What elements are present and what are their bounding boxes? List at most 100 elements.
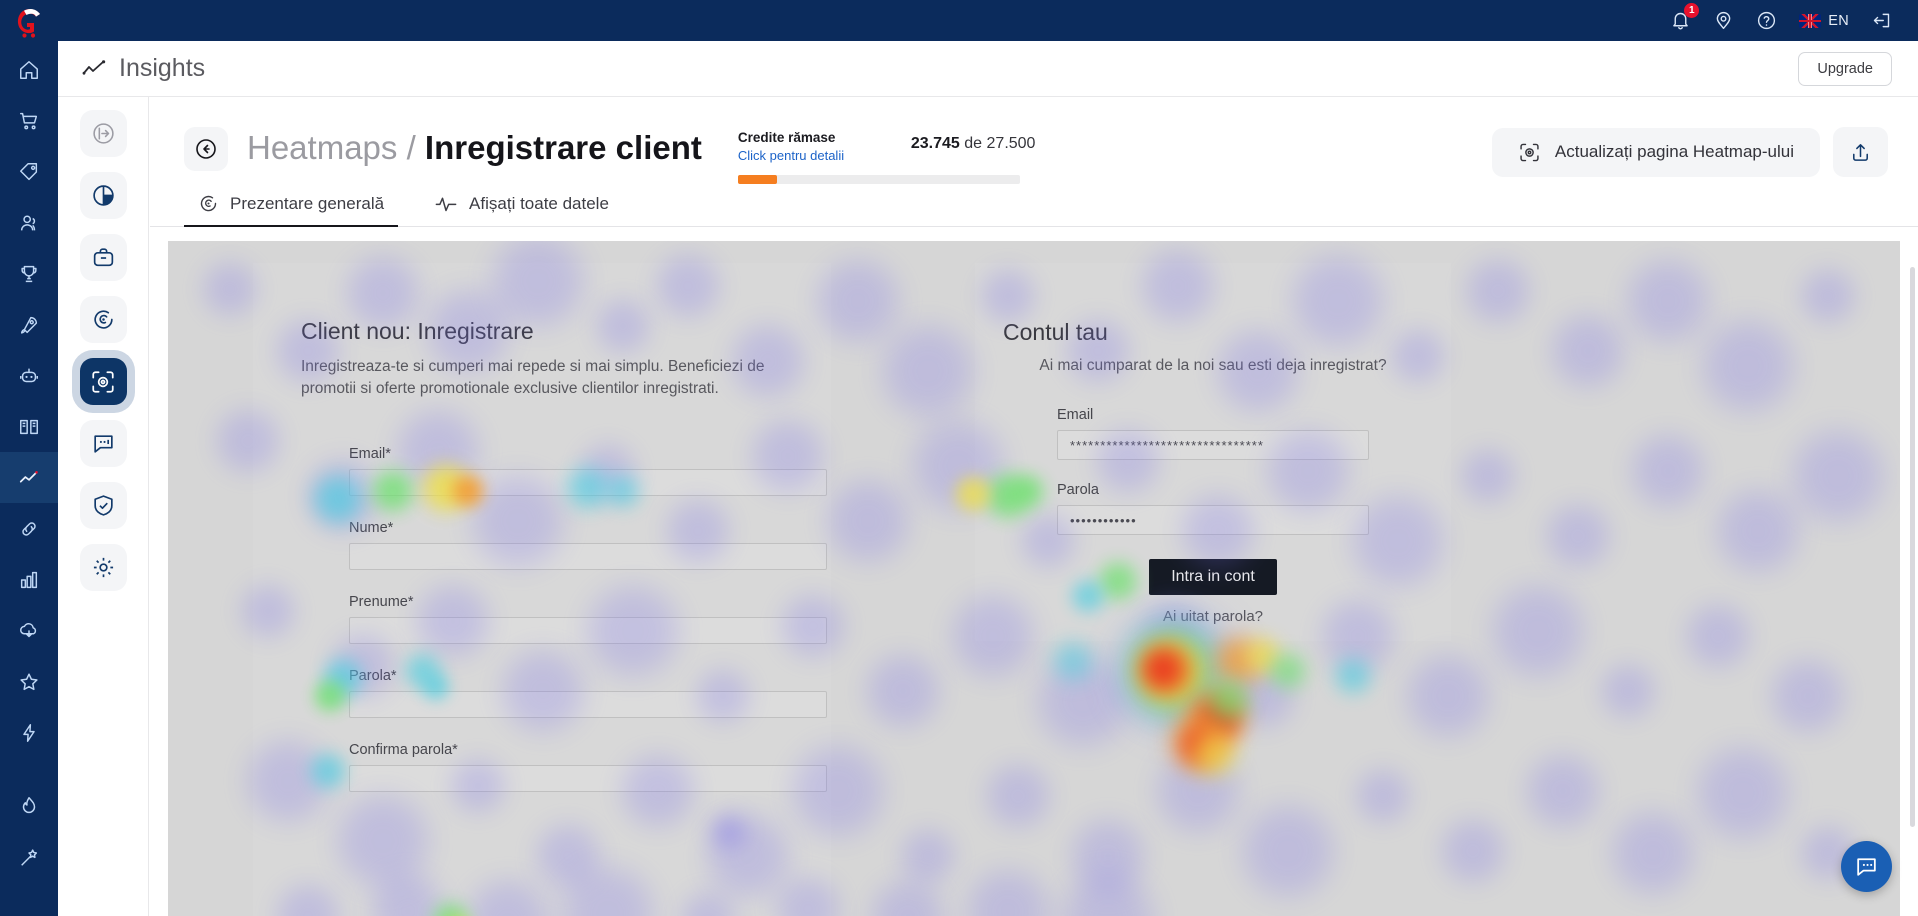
share-button[interactable] xyxy=(1833,127,1888,177)
feedback-icon[interactable] xyxy=(79,420,127,467)
heatmap-viewport[interactable]: Client nou: Inregistrare Inregistreaza-t… xyxy=(168,241,1900,916)
session-icon xyxy=(200,195,217,212)
notification-badge: 1 xyxy=(1684,3,1700,18)
field-input[interactable]: ******************************** xyxy=(1057,430,1369,460)
breadcrumb-parent[interactable]: Heatmaps xyxy=(247,129,397,166)
login-fields: Email ******************************** Par… xyxy=(975,407,1451,535)
sidebar-item-magic-wand[interactable] xyxy=(0,831,58,882)
field-input[interactable] xyxy=(349,469,827,496)
field-input[interactable] xyxy=(349,691,827,718)
page-header-row: Heatmaps / Inregistrare client Credite r… xyxy=(150,97,1918,184)
shield-check-icon[interactable] xyxy=(79,482,127,529)
tab-all-data[interactable]: Afișați toate datele xyxy=(420,193,623,226)
login-description: Ai mai cumparat de la noi sau esti deja … xyxy=(1039,357,1387,374)
forgot-password-link[interactable]: Ai uitat parola? xyxy=(975,608,1451,625)
field-label: Email* xyxy=(349,446,391,462)
sidebar-item-exports[interactable] xyxy=(0,605,58,656)
header-actions: Actualizați pagina Heatmap-ului xyxy=(1491,125,1918,177)
field-label: Parola* xyxy=(349,668,397,684)
breadcrumb: Heatmaps / Inregistrare client xyxy=(247,125,702,171)
insights-header: Insights Upgrade xyxy=(58,41,1918,97)
language-selector[interactable]: EN xyxy=(1799,13,1849,29)
credits-progress-fill xyxy=(737,175,778,184)
field-input[interactable] xyxy=(349,543,827,570)
sidebar-item-robot[interactable] xyxy=(0,350,58,401)
credits-widget: Credite rămase Click pentru detalii 23.7… xyxy=(737,125,1078,184)
credits-count: 23.745 de 27.500 xyxy=(911,135,1036,153)
top-navigation-bar: 1 EN xyxy=(58,0,1918,41)
insights-label: Insights xyxy=(119,54,206,82)
app-logo[interactable] xyxy=(0,2,58,44)
upgrade-button[interactable]: Upgrade xyxy=(1798,51,1892,86)
sidebar-item-trophy[interactable] xyxy=(0,248,58,299)
sidebar-item-bolt[interactable] xyxy=(0,707,58,758)
credits-progress-track xyxy=(737,175,1020,184)
form-field: Email ******************************** xyxy=(1057,407,1369,460)
sidebar-item-insights[interactable] xyxy=(0,452,58,503)
field-input[interactable]: •••••••••••• xyxy=(1057,505,1369,535)
field-label: Nume* xyxy=(349,520,394,536)
back-button[interactable] xyxy=(184,127,228,171)
notifications-icon[interactable]: 1 xyxy=(1670,3,1700,31)
secondary-sidebar xyxy=(58,97,149,916)
refresh-heatmap-button[interactable]: Actualizați pagina Heatmap-ului xyxy=(1491,127,1820,177)
collapse-icon[interactable] xyxy=(79,110,127,157)
sidebar-item-customers[interactable] xyxy=(0,197,58,248)
chat-bubble-icon[interactable] xyxy=(1841,841,1892,892)
field-label: Confirma parola* xyxy=(349,742,458,758)
trend-icon xyxy=(82,59,106,75)
sidebar-item-tag[interactable] xyxy=(0,146,58,197)
sidebar-item-heatmaps[interactable] xyxy=(79,358,127,405)
tab-bar: Prezentare generală Afișați toate datele xyxy=(150,179,1918,227)
form-field: Parola* xyxy=(349,668,827,718)
primary-sidebar-items xyxy=(0,44,58,882)
logout-icon[interactable] xyxy=(1871,10,1892,31)
briefcase-icon[interactable] xyxy=(79,234,127,281)
registration-panel: Client nou: Inregistrare Inregistreaza-t… xyxy=(253,263,831,916)
registration-fields: Email* Nume* Prenume* Parola* Confirma parol… xyxy=(301,446,827,792)
primary-sidebar xyxy=(0,0,58,916)
back-arrow-icon xyxy=(196,139,216,159)
login-heading: Contul tau xyxy=(1003,319,1108,345)
login-panel: Contul tau Ai mai cumparat de la noi sau… xyxy=(975,263,1451,641)
sidebar-item-favorites[interactable] xyxy=(0,656,58,707)
field-label: Prenume* xyxy=(349,594,414,610)
settings-gear-icon[interactable] xyxy=(79,544,127,591)
field-label: Parola xyxy=(1057,482,1099,498)
breadcrumb-separator: / xyxy=(406,129,416,166)
registration-description: Inregistreaza-te si cumperi mai repede s… xyxy=(301,358,765,397)
form-field: Nume* xyxy=(349,520,827,570)
login-submit-button[interactable]: Intra in cont xyxy=(1149,559,1277,595)
language-label: EN xyxy=(1828,12,1849,29)
form-field: Prenume* xyxy=(349,594,827,644)
sidebar-item-reports[interactable] xyxy=(0,554,58,605)
field-input[interactable] xyxy=(349,765,827,792)
credits-total: 27.500 xyxy=(986,135,1036,152)
topbar-icon-group: 1 EN xyxy=(1670,3,1918,31)
heatmap-scan-icon xyxy=(1520,143,1539,161)
pie-chart-icon[interactable] xyxy=(79,172,127,219)
sidebar-item-link[interactable] xyxy=(0,503,58,554)
app-root: 1 EN Insights Upgrade Heatmaps / Inregis… xyxy=(0,0,1918,916)
form-field: Parola •••••••••••• xyxy=(1057,482,1369,535)
tab-all-data-label: Afișați toate datele xyxy=(469,193,609,213)
field-input[interactable] xyxy=(349,617,827,644)
form-field: Confirma parola* xyxy=(349,742,827,792)
sidebar-item-book[interactable] xyxy=(0,401,58,452)
sidebar-item-rocket[interactable] xyxy=(0,299,58,350)
sidebar-item-flame[interactable] xyxy=(0,780,58,831)
vertical-scrollbar[interactable] xyxy=(1910,267,1915,827)
form-field: Email* xyxy=(349,446,827,496)
registration-heading: Client nou: Inregistrare xyxy=(301,318,534,344)
sidebar-item-cart[interactable] xyxy=(0,95,58,146)
field-label: Email xyxy=(1057,407,1094,423)
location-icon[interactable] xyxy=(1713,10,1734,31)
breadcrumb-current: Inregistrare client xyxy=(424,129,702,166)
sidebar-item-home[interactable] xyxy=(0,44,58,95)
share-upload-icon xyxy=(1853,143,1868,161)
help-icon[interactable] xyxy=(1756,10,1777,31)
tab-overview[interactable]: Prezentare generală xyxy=(184,193,399,227)
session-recording-icon[interactable] xyxy=(79,296,127,343)
tab-overview-label: Prezentare generală xyxy=(230,193,385,213)
credits-used: 23.745 xyxy=(910,135,960,152)
